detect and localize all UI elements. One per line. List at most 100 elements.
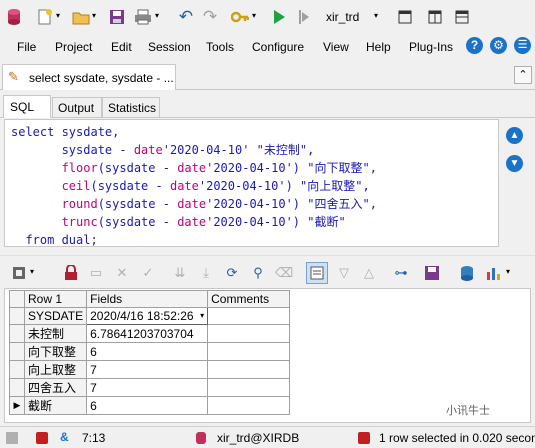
fetch-last-icon[interactable]: ⤓ xyxy=(197,264,215,282)
row-indicator[interactable] xyxy=(9,342,25,361)
document-tab[interactable]: ✎ select sysdate, sysdate - ... xyxy=(2,64,176,90)
comments-cell[interactable] xyxy=(207,360,291,379)
export-save-icon[interactable] xyxy=(423,264,441,282)
tab-statistics[interactable]: Statistics xyxy=(102,97,160,118)
save-icon[interactable] xyxy=(108,8,126,26)
undo-icon[interactable]: ↶ xyxy=(177,7,195,26)
row-label-cell[interactable]: 截断 xyxy=(23,396,88,415)
print-dropdown-icon[interactable]: ▾ xyxy=(155,11,159,20)
table-row[interactable]: 向上取整 7 xyxy=(9,360,291,379)
fields-cell[interactable]: 7 xyxy=(86,360,209,379)
print-icon[interactable] xyxy=(134,8,152,26)
key-icon[interactable] xyxy=(231,8,249,26)
column-header-row1[interactable]: Row 1 xyxy=(23,290,88,308)
comments-cell[interactable] xyxy=(207,324,291,343)
open-folder-icon[interactable] xyxy=(72,8,90,26)
delete-record-icon[interactable]: ✕ xyxy=(113,264,131,282)
connection-dropdown-icon[interactable]: ▾ xyxy=(374,11,378,20)
sql-token: trunc xyxy=(61,215,98,229)
insert-record-icon[interactable]: ▭ xyxy=(87,264,105,282)
window-split-icon[interactable] xyxy=(426,8,444,26)
grid-options-icon[interactable] xyxy=(10,264,28,282)
maximize-editor-icon[interactable]: ⌃ xyxy=(514,66,532,84)
sql-editor[interactable]: select sysdate, sysdate - date'2020-04-1… xyxy=(4,119,499,247)
execute-icon[interactable] xyxy=(270,8,288,26)
single-record-view-icon[interactable] xyxy=(306,262,328,284)
row-indicator[interactable] xyxy=(9,378,25,397)
column-header-fields[interactable]: Fields xyxy=(86,290,209,308)
key-dropdown-icon[interactable]: ▾ xyxy=(252,11,256,20)
clear-icon[interactable]: ⌫ xyxy=(275,264,293,282)
refresh-icon[interactable]: ⟳ xyxy=(223,264,241,282)
cell-dropdown-icon[interactable]: ▾ xyxy=(200,311,204,320)
row-label-cell[interactable]: 未控制 xyxy=(23,324,88,343)
document-tab-strip: ✎ select sysdate, sysdate - ... ⌃ xyxy=(0,62,535,90)
scroll-up-icon[interactable]: ▲ xyxy=(506,127,523,144)
row-indicator[interactable] xyxy=(9,307,25,325)
scroll-down-icon[interactable]: ▼ xyxy=(506,155,523,172)
lock-icon[interactable] xyxy=(62,264,80,282)
fields-cell[interactable]: 6.78641203703704 xyxy=(86,324,209,343)
chart-icon[interactable] xyxy=(484,264,502,282)
open-dropdown-icon[interactable]: ▾ xyxy=(92,11,96,20)
grid-options-dropdown-icon[interactable]: ▾ xyxy=(30,267,34,276)
sql-document-icon: ✎ xyxy=(8,69,19,84)
menu-view[interactable]: View xyxy=(323,40,349,54)
table-row[interactable]: 四舍五入 7 xyxy=(9,378,291,397)
table-row[interactable]: SYSDATE 2020/4/16 18:52:26 ▾ xyxy=(9,307,291,325)
sort-ascending-icon[interactable]: △ xyxy=(360,264,378,282)
tree-view-icon[interactable]: ⊶ xyxy=(392,264,410,282)
row-indicator[interactable]: ▶ xyxy=(9,396,25,415)
post-record-icon[interactable]: ✓ xyxy=(139,264,157,282)
window-restore-icon[interactable] xyxy=(396,8,414,26)
table-row[interactable]: 未控制 6.78641203703704 xyxy=(9,324,291,343)
new-file-dropdown-icon[interactable]: ▾ xyxy=(56,11,60,20)
sql-token: '2020-04-10' xyxy=(206,161,293,175)
row-label-cell[interactable]: 四舍五入 xyxy=(23,378,88,397)
fields-cell[interactable]: 6 xyxy=(86,342,209,361)
comments-cell[interactable] xyxy=(207,396,291,415)
table-row[interactable]: ▶ 截断 6 xyxy=(9,396,291,415)
database-icon[interactable] xyxy=(5,8,23,26)
comments-cell[interactable] xyxy=(207,378,291,397)
fetch-next-icon[interactable]: ⇊ xyxy=(171,264,189,282)
help-icon[interactable]: ? xyxy=(466,37,483,54)
splitter[interactable] xyxy=(0,248,535,256)
menu-help[interactable]: Help xyxy=(366,40,391,54)
table-row[interactable]: 向下取整 6 xyxy=(9,342,291,361)
sql-token: sysdate, xyxy=(61,125,120,139)
status-info-icon xyxy=(358,432,370,444)
chart-dropdown-icon[interactable]: ▾ xyxy=(506,267,510,276)
step-icon[interactable] xyxy=(294,8,312,26)
fields-cell[interactable]: 7 xyxy=(86,378,209,397)
row-label-cell[interactable]: 向下取整 xyxy=(23,342,88,361)
menu-project[interactable]: Project xyxy=(55,40,92,54)
find-icon[interactable]: ⚲ xyxy=(249,264,267,282)
menu-session[interactable]: Session xyxy=(148,40,191,54)
menu-edit[interactable]: Edit xyxy=(111,40,132,54)
column-header-comments[interactable]: Comments xyxy=(207,290,291,308)
settings-icon[interactable]: ⚙ xyxy=(490,37,507,54)
menu-plugins[interactable]: Plug-Ins xyxy=(409,40,453,54)
row-indicator[interactable] xyxy=(9,324,25,343)
tab-output[interactable]: Output xyxy=(52,97,102,118)
fields-cell[interactable]: 6 xyxy=(86,396,209,415)
connection-selector[interactable]: xir_trd xyxy=(326,10,359,24)
fields-cell[interactable]: 2020/4/16 18:52:26 ▾ xyxy=(86,307,209,325)
menu-file[interactable]: File xyxy=(17,40,36,54)
row-label-cell[interactable]: SYSDATE xyxy=(23,307,88,325)
menu-tools[interactable]: Tools xyxy=(206,40,234,54)
query-builder-icon[interactable] xyxy=(458,264,476,282)
sort-descending-icon[interactable]: ▽ xyxy=(335,264,353,282)
window-tile-icon[interactable] xyxy=(453,8,471,26)
menu-configure[interactable]: Configure xyxy=(252,40,304,54)
comments-cell[interactable] xyxy=(207,342,291,361)
row-label-cell[interactable]: 向上取整 xyxy=(23,360,88,379)
row-indicator[interactable] xyxy=(9,360,25,379)
comments-cell[interactable] xyxy=(207,307,291,325)
new-file-icon[interactable] xyxy=(36,8,54,26)
list-icon[interactable]: ☰ xyxy=(514,37,531,54)
tab-sql[interactable]: SQL xyxy=(3,95,51,118)
redo-icon[interactable]: ↷ xyxy=(201,7,219,26)
